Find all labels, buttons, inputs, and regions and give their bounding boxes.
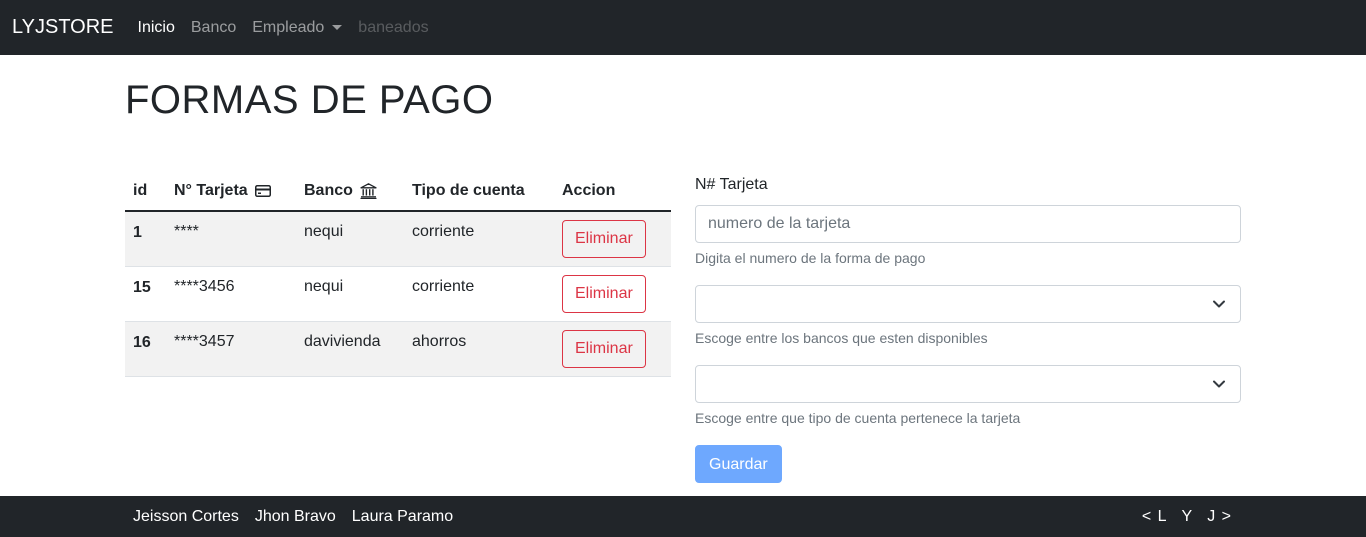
bank-select-help: Escoge entre los bancos que esten dispon… [695, 330, 988, 346]
caret-down-icon [332, 25, 343, 30]
row-bank: nequi [296, 266, 404, 322]
bank-icon [360, 182, 378, 199]
row-id: 1 [125, 211, 166, 267]
column-header-id: id [125, 172, 166, 212]
footer-initial: J > [1207, 508, 1232, 525]
footer-author: Laura Paramo [351, 508, 454, 525]
account-type-select[interactable] [695, 365, 1241, 403]
row-action-cell: Eliminar [554, 211, 671, 267]
table-header-row: id N° Tarjeta Banco Tipo de cuenta Accio… [125, 172, 671, 212]
row-action-cell: Eliminar [554, 321, 671, 377]
column-header-action: Accion [554, 172, 671, 212]
chevron-down-icon [1213, 380, 1225, 388]
nav-link-banco[interactable]: Banco [191, 19, 236, 37]
table-row: 1 **** nequi corriente Eliminar [125, 211, 671, 267]
nav-dropdown-empleado[interactable]: Empleado [252, 18, 343, 37]
save-button[interactable]: Guardar [695, 445, 782, 483]
row-action-cell: Eliminar [554, 266, 671, 322]
row-account-type: ahorros [404, 321, 554, 377]
nav-link-inicio[interactable]: Inicio [138, 19, 175, 37]
card-number-label: N# Tarjeta [695, 176, 768, 193]
credit-card-icon [255, 184, 272, 197]
bank-select[interactable] [695, 285, 1241, 323]
column-header-bank: Banco [296, 172, 404, 212]
delete-button[interactable]: Eliminar [562, 220, 646, 258]
row-card-number: ****3456 [166, 266, 296, 322]
top-navbar: LYJSTORE Inicio Banco Empleado baneados [0, 0, 1366, 55]
brand-logo[interactable]: LYJSTORE [12, 16, 114, 39]
footer-initials: < L Y J > [1142, 508, 1232, 526]
column-header-type: Tipo de cuenta [404, 172, 554, 212]
column-header-bank-label: Banco [304, 182, 353, 199]
row-bank: davivienda [296, 321, 404, 377]
footer-authors: Jeisson Cortes Jhon Bravo Laura Paramo [133, 508, 453, 526]
footer: Jeisson Cortes Jhon Bravo Laura Paramo <… [0, 496, 1366, 537]
row-account-type: corriente [404, 266, 554, 322]
footer-initial: Y [1181, 508, 1194, 525]
payment-methods-table: id N° Tarjeta Banco Tipo de cuenta Accio… [125, 172, 671, 377]
row-card-number: **** [166, 211, 296, 267]
table-row: 15 ****3456 nequi corriente Eliminar [125, 266, 671, 322]
payment-method-form: N# Tarjeta Digita el numero de la forma … [695, 176, 1241, 483]
delete-button[interactable]: Eliminar [562, 329, 646, 368]
nav-link-baneados: baneados [358, 18, 429, 36]
card-number-help: Digita el numero de la forma de pago [695, 250, 926, 266]
row-card-number: ****3457 [166, 321, 296, 377]
table-row: 16 ****3457 davivienda ahorros Eliminar [125, 321, 671, 377]
row-id: 15 [125, 266, 166, 322]
row-id: 16 [125, 321, 166, 377]
footer-author: Jhon Bravo [254, 508, 336, 525]
footer-author: Jeisson Cortes [133, 508, 239, 525]
account-type-help: Escoge entre que tipo de cuenta pertenec… [695, 410, 1021, 426]
card-number-input[interactable] [695, 205, 1241, 243]
column-header-card: N° Tarjeta [166, 172, 296, 212]
page-title: FORMAS DE PAGO [125, 78, 494, 122]
chevron-down-icon [1213, 300, 1225, 308]
nav-dropdown-label: Empleado [252, 18, 325, 36]
footer-initial: < L [1141, 508, 1168, 525]
delete-button[interactable]: Eliminar [562, 274, 646, 313]
row-bank: nequi [296, 211, 404, 267]
column-header-card-label: N° Tarjeta [174, 182, 248, 199]
row-account-type: corriente [404, 211, 554, 267]
